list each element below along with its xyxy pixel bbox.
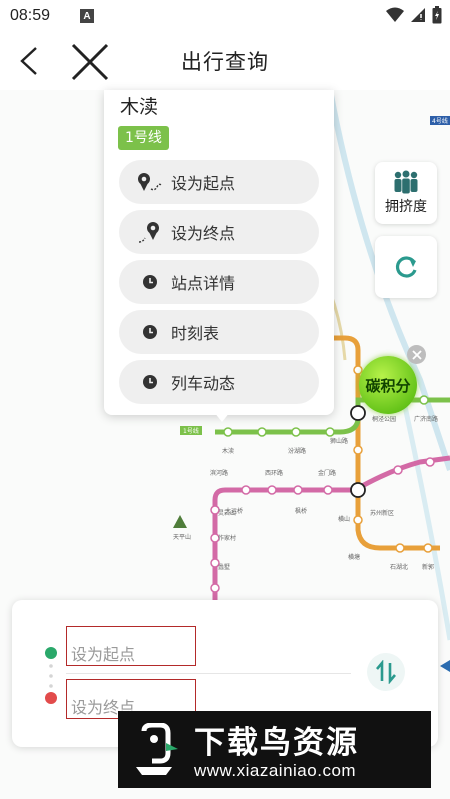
station-label[interactable]: 广济南路 — [414, 414, 438, 423]
station-label[interactable]: 狮山路 — [330, 436, 348, 445]
divider — [66, 673, 351, 674]
close-icon — [411, 349, 422, 360]
start-point-icon — [137, 169, 163, 195]
refresh-button[interactable] — [375, 236, 437, 298]
clock-icon — [137, 369, 163, 395]
popup-pointer — [214, 412, 230, 422]
set-start-label: 设为起点 — [171, 174, 236, 193]
station-label[interactable]: 枫桥 — [295, 506, 307, 515]
timetable-label: 时刻表 — [171, 324, 220, 343]
watermark-banner: 下载鸟资源 www.xiazainiao.com — [118, 711, 431, 788]
clock-icon — [137, 269, 163, 295]
station-label[interactable]: 天平山 — [173, 532, 191, 541]
line-badge-1: 1号线 — [183, 428, 199, 435]
signal-icon — [411, 8, 425, 22]
notification-icon: A — [80, 9, 95, 23]
swap-icon — [376, 660, 396, 684]
battery-icon — [432, 6, 442, 24]
set-end-label: 设为终点 — [171, 224, 236, 243]
refresh-icon — [395, 256, 417, 278]
station-popup: 木渎 1号线 设为起点 设为终点 站点详情 时刻表 列车动态 — [104, 90, 334, 415]
station-label[interactable]: 桐泾公园 — [372, 414, 396, 423]
station-label[interactable]: 金门路 — [318, 468, 336, 477]
line-badge-4: 4号线 — [432, 118, 448, 125]
start-input[interactable]: 设为起点 — [66, 626, 196, 666]
station-label[interactable]: 横塘 — [348, 552, 360, 561]
timetable-button[interactable]: 时刻表 — [119, 310, 319, 354]
end-point-icon — [137, 219, 163, 245]
station-label[interactable]: 苏州新区 — [370, 508, 394, 517]
station-label[interactable]: 蠡墅 — [218, 562, 230, 571]
station-label[interactable]: 西环路 — [265, 468, 283, 477]
status-icons — [386, 6, 442, 24]
station-label[interactable]: 横山 — [338, 514, 350, 523]
carbon-points-close-button[interactable] — [407, 345, 426, 364]
station-label[interactable]: 滨河路 — [210, 468, 228, 477]
station-details-button[interactable]: 站点详情 — [119, 260, 319, 304]
station-details-label: 站点详情 — [171, 274, 236, 293]
route-connector — [49, 664, 53, 688]
header: 出行查询 — [0, 32, 450, 90]
status-time: 08:59 — [10, 7, 51, 24]
crowd-level-button[interactable]: 拥挤度 — [375, 162, 437, 224]
watermark-url: www.xiazainiao.com — [194, 761, 357, 780]
start-dot — [45, 647, 57, 659]
carbon-points-label: 碳积分 — [365, 376, 411, 395]
set-end-button[interactable]: 设为终点 — [119, 210, 319, 254]
wifi-icon — [386, 7, 404, 22]
station-label[interactable]: 新郭 — [422, 562, 434, 571]
people-icon — [394, 170, 418, 194]
station-label[interactable]: 石湖北 — [390, 562, 408, 571]
station-label[interactable]: 木渎 — [222, 446, 234, 455]
train-status-button[interactable]: 列车动态 — [119, 360, 319, 404]
set-start-button[interactable]: 设为起点 — [119, 160, 319, 204]
crowd-level-label: 拥挤度 — [385, 199, 427, 215]
station-label[interactable]: 作家村 — [218, 533, 236, 542]
carbon-points-button[interactable]: 碳积分 — [359, 356, 417, 414]
station-label[interactable]: 大运桥 — [225, 506, 243, 515]
swap-button[interactable] — [367, 653, 405, 691]
watermark-title: 下载鸟资源 — [194, 725, 359, 761]
train-status-label: 列车动态 — [171, 374, 236, 393]
status-bar: 08:59 A — [0, 0, 450, 32]
line-badge: 1号线 — [118, 126, 169, 150]
bird-logo-icon — [136, 723, 178, 775]
clock-icon — [137, 319, 163, 345]
station-label[interactable]: 汾湖路 — [288, 446, 306, 455]
page-title: 出行查询 — [181, 50, 269, 74]
station-name: 木渎 — [120, 96, 159, 118]
end-dot — [45, 692, 57, 704]
